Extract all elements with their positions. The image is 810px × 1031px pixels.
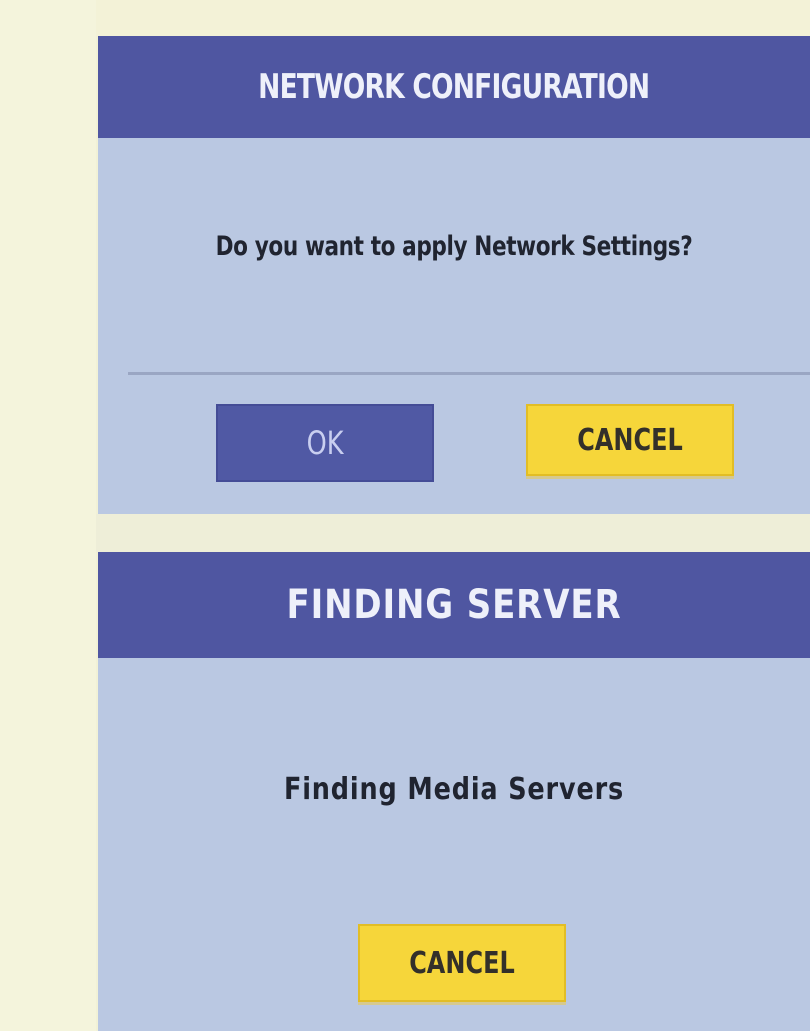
ok-button[interactable]: OK [216,404,434,482]
dialog-separator [96,514,810,552]
network-configuration-dialog: NETWORK CONFIGURATION Do you want to app… [98,36,810,514]
dialog-message: Finding Media Servers [283,772,625,807]
dialog-title: NETWORK CONFIGURATION [258,67,650,107]
ok-button-label: OK [306,424,344,462]
background-left [0,0,96,1031]
finding-server-dialog: FINDING SERVER Finding Media Servers CAN… [98,552,810,1031]
cancel-button-label: CANCEL [577,422,683,458]
dialog-title-bar: NETWORK CONFIGURATION [98,36,810,138]
divider [128,372,810,375]
cancel-button[interactable]: CANCEL [526,404,734,476]
cancel-button-label: CANCEL [409,945,515,981]
dialog-title: FINDING SERVER [286,582,622,628]
dialog-message: Do you want to apply Network Settings? [215,231,693,262]
cancel-button[interactable]: CANCEL [358,924,566,1002]
background-top [0,0,810,36]
dialog-title-bar: FINDING SERVER [98,552,810,658]
